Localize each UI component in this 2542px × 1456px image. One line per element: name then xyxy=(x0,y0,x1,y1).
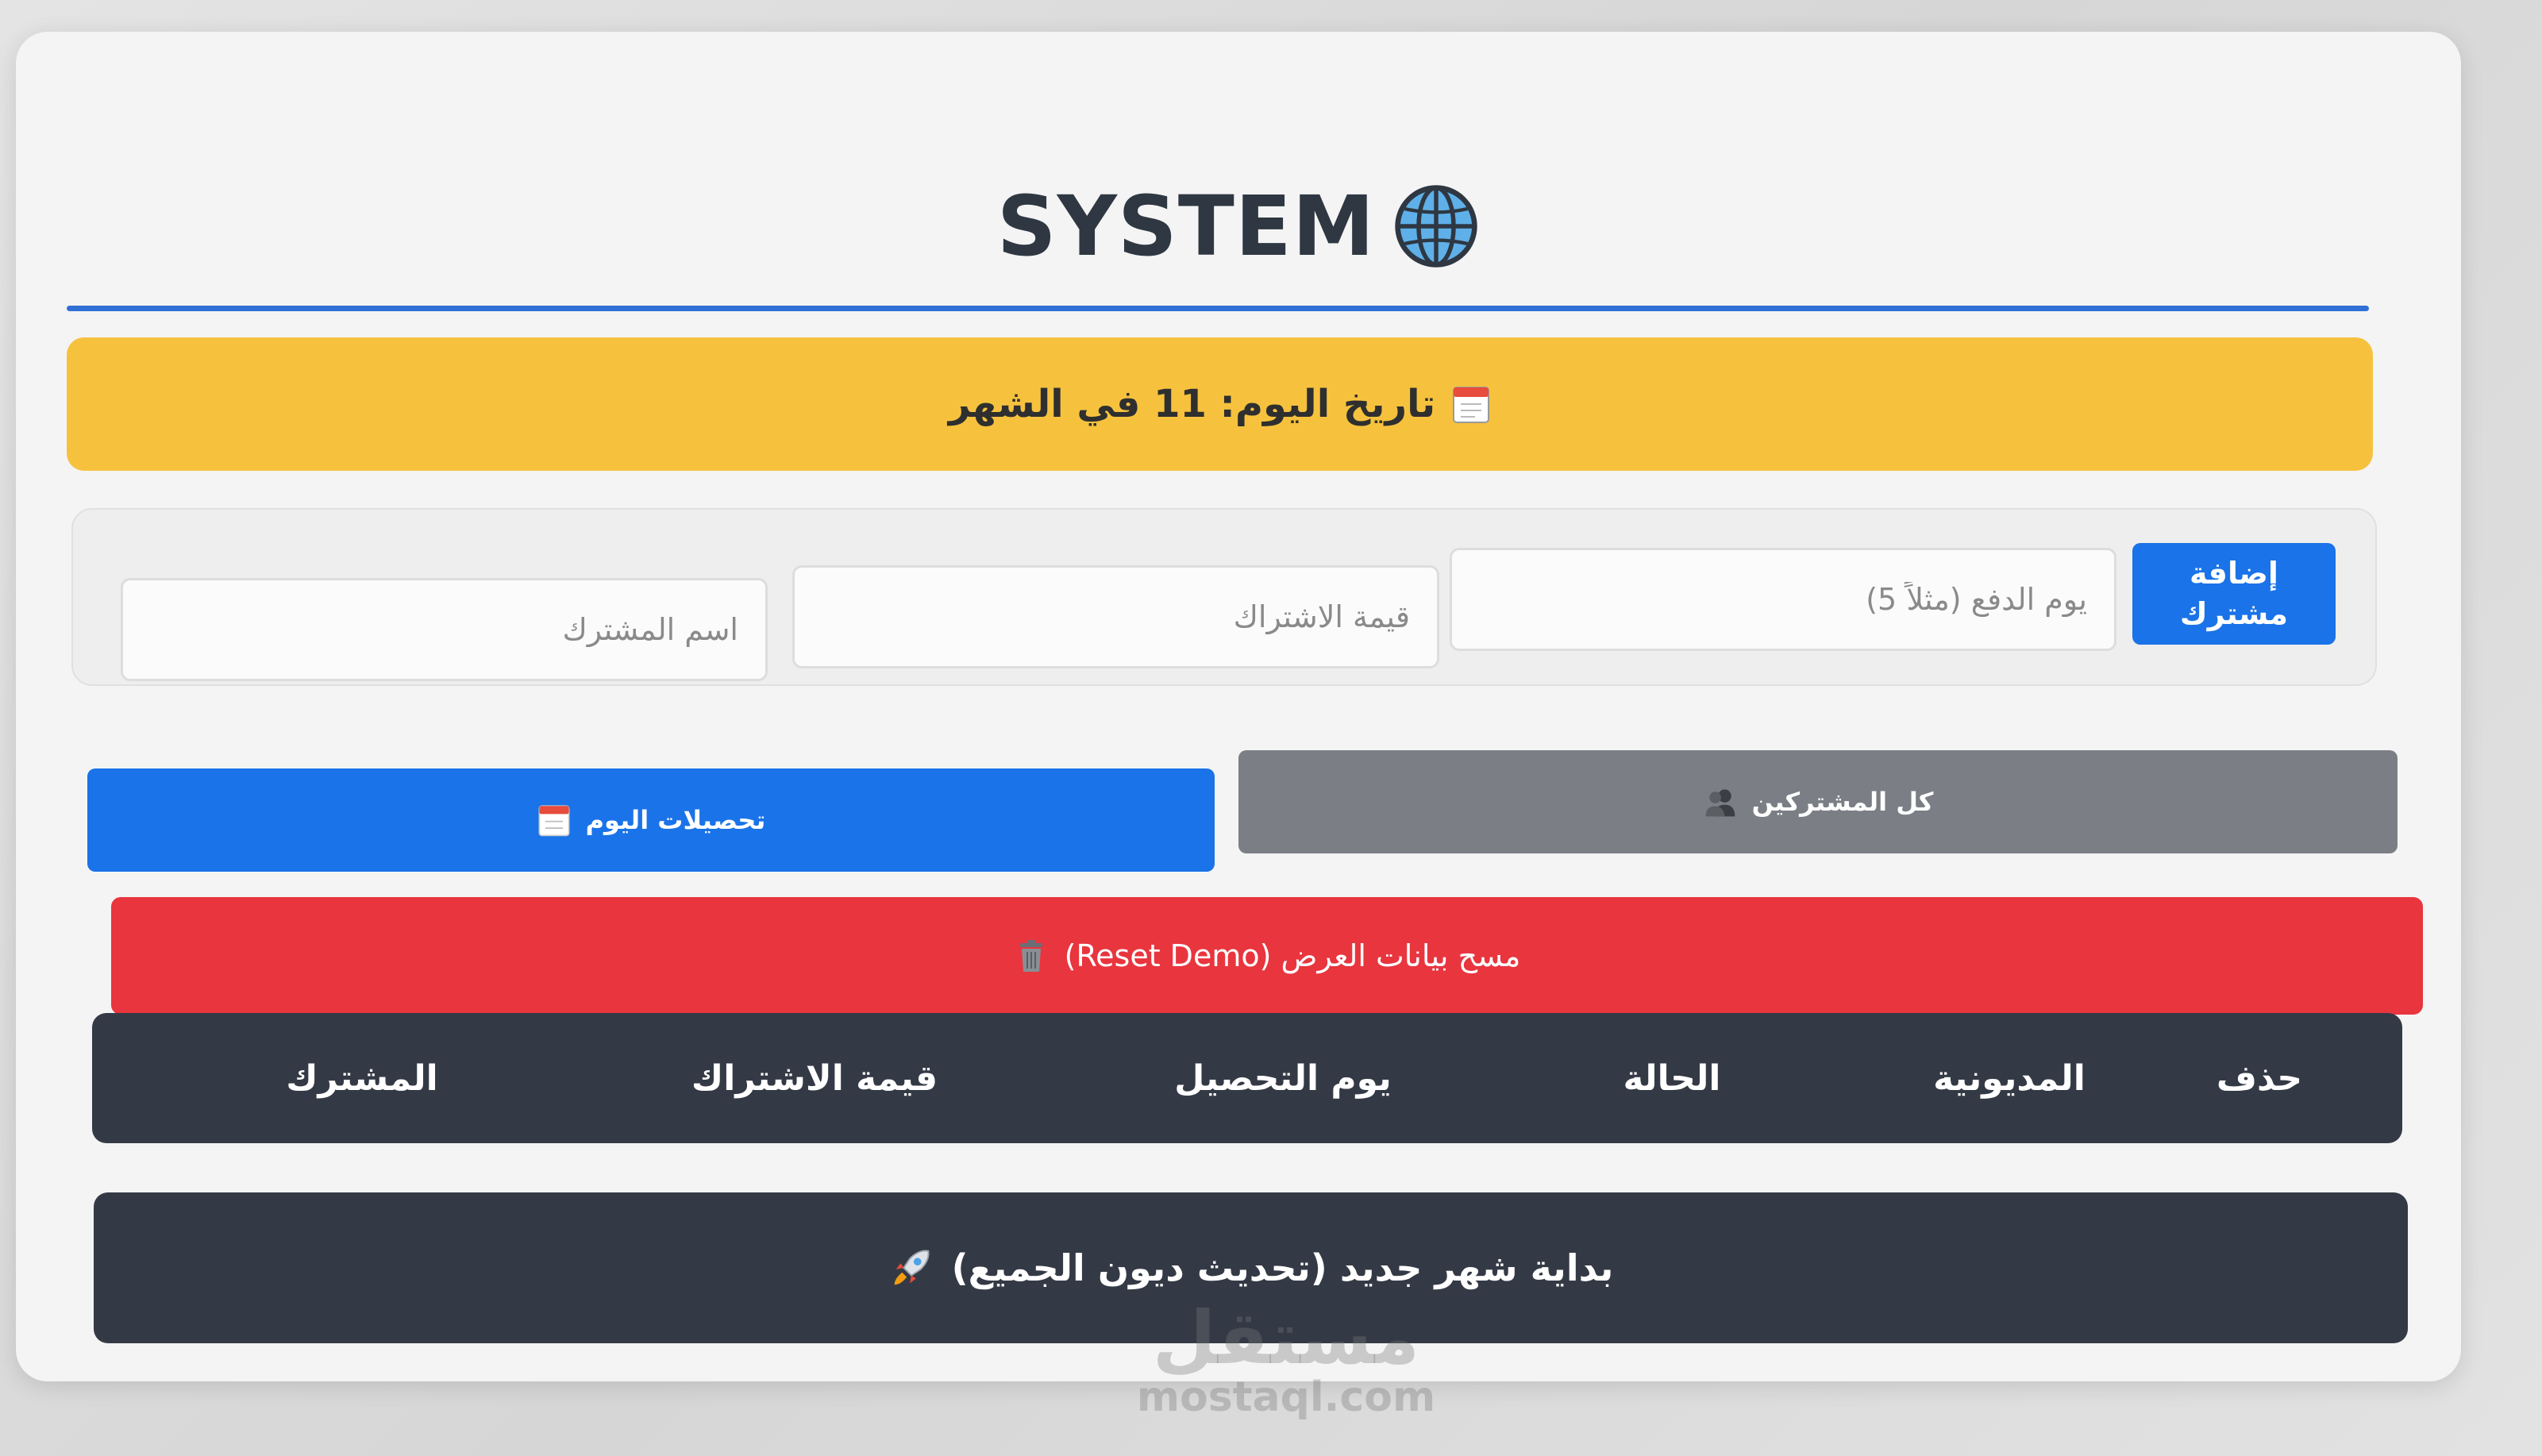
calendar-icon xyxy=(1453,387,1490,423)
column-header-status: الحالة xyxy=(1623,1057,1721,1099)
column-header-subscriber: المشترك xyxy=(286,1057,438,1099)
today-collections-label: تحصيلات اليوم xyxy=(585,805,766,835)
screen: SYSTEM تاريخ اليوم: 11 في الشهر إضافة مش… xyxy=(0,0,2542,1456)
trash-icon xyxy=(1019,940,1042,972)
reset-demo-label: مسح بيانات العرض (Reset Demo) xyxy=(1064,938,1521,973)
add-subscriber-form: إضافة مشترك xyxy=(71,508,2377,686)
payment-day-input[interactable] xyxy=(1450,548,2116,651)
watermark-url: mostaql.com xyxy=(1136,1373,1436,1421)
column-header-subscription-amount: قيمة الاشتراك xyxy=(691,1057,938,1099)
subscription-amount-input[interactable] xyxy=(792,565,1439,668)
all-subscribers-button[interactable]: كل المشتركين xyxy=(1238,750,2398,853)
header-divider xyxy=(67,306,2369,311)
date-text: تاريخ اليوم: 11 في الشهر xyxy=(948,382,1436,426)
reset-demo-button[interactable]: مسح بيانات العرض (Reset Demo) xyxy=(111,897,2423,1015)
calendar-icon xyxy=(538,805,570,837)
page-title: SYSTEM xyxy=(996,178,1376,275)
column-header-collection-day: يوم التحصيل xyxy=(1174,1057,1392,1099)
rocket-icon xyxy=(894,1250,930,1285)
column-header-debt: المديونية xyxy=(1933,1057,2086,1099)
all-subscribers-label: كل المشتركين xyxy=(1751,787,1934,817)
date-banner: تاريخ اليوم: 11 في الشهر xyxy=(67,337,2373,471)
watermark-logo: مستقل xyxy=(1152,1296,1420,1381)
users-icon xyxy=(1705,789,1735,817)
globe-icon xyxy=(1395,185,1477,268)
column-header-delete: حذف xyxy=(2216,1057,2303,1099)
watermark: مستقل mostaql.com xyxy=(1127,1302,1445,1420)
add-subscriber-button[interactable]: إضافة مشترك xyxy=(2132,543,2336,645)
app-header: SYSTEM xyxy=(16,167,2461,286)
app-card: SYSTEM تاريخ اليوم: 11 في الشهر إضافة مش… xyxy=(16,32,2461,1420)
new-month-label: بداية شهر جديد (تحديث ديون الجميع) xyxy=(951,1246,1614,1289)
subscribers-table-header: حذف المديونية الحالة يوم التحصيل قيمة ال… xyxy=(92,1013,2402,1143)
today-collections-button[interactable]: تحصيلات اليوم xyxy=(87,768,1215,872)
subscriber-name-input[interactable] xyxy=(121,578,768,681)
